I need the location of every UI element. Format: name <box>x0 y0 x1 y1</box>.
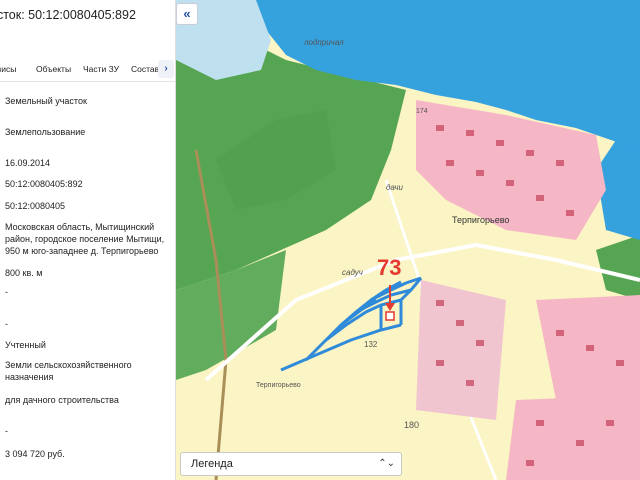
field-empty-3: - <box>5 426 8 436</box>
tabs-next-button[interactable]: › <box>158 60 174 78</box>
field-cadastral-value: 3 094 720 руб. <box>5 449 65 459</box>
field-empty-2: - <box>5 319 8 329</box>
field-object-type: Земельный участок <box>5 96 87 106</box>
field-address: Московская область, Мытищинский район, г… <box>5 222 165 256</box>
label-dachi: дачи <box>386 183 403 192</box>
label-block-132: 132 <box>364 340 378 349</box>
selected-plot[interactable] <box>385 311 395 321</box>
label-block-180: 180 <box>404 420 420 430</box>
info-panel: асток: 50:12:0080405:892 рвисы Объекты Ч… <box>0 0 176 480</box>
tab-bar: рвисы Объекты Части ЗУ Состав › <box>0 58 175 82</box>
legend-select[interactable]: Легенда ⌃⌄ <box>180 452 402 476</box>
tab-services[interactable]: рвисы <box>0 64 16 74</box>
tab-composition[interactable]: Состав <box>131 64 159 74</box>
legend-chevron-icon: ⌃⌄ <box>378 458 395 469</box>
field-land-category: Земли сельскохозяйственного назначения <box>5 360 132 382</box>
tab-parts[interactable]: Части ЗУ <box>83 64 119 74</box>
cadastral-map[interactable]: лодпричал дачи Терпигорьево садуч Терпиг… <box>176 0 640 480</box>
map-canvas[interactable] <box>176 0 640 480</box>
plot-number-marker: 73 <box>377 255 402 280</box>
field-status: Учтенный <box>5 340 46 350</box>
label-sadovod: садуч <box>342 268 363 277</box>
field-cadastral-number: 50:12:0080405:892 <box>5 179 83 189</box>
field-empty-1: - <box>5 287 8 297</box>
label-pier: лодпричал <box>304 38 344 47</box>
field-registration-date: 16.09.2014 <box>5 158 51 168</box>
tab-objects[interactable]: Объекты <box>36 64 71 74</box>
field-area: 800 кв. м <box>5 268 43 278</box>
field-permitted-use: для дачного строительства <box>5 395 119 405</box>
label-village-small: Терпигорьево <box>256 382 301 389</box>
label-village: Терпигорьево <box>452 215 510 225</box>
legend-label: Легенда <box>191 458 233 470</box>
panel-title: асток: 50:12:0080405:892 <box>0 8 136 22</box>
collapse-panel-button[interactable]: « <box>176 3 198 25</box>
settlement-central <box>416 280 506 420</box>
settlement-south <box>506 395 640 480</box>
label-block-174: 174 <box>416 108 428 115</box>
field-subtype: Землепользование <box>5 127 86 137</box>
field-quarter: 50:12:0080405 <box>5 201 66 211</box>
